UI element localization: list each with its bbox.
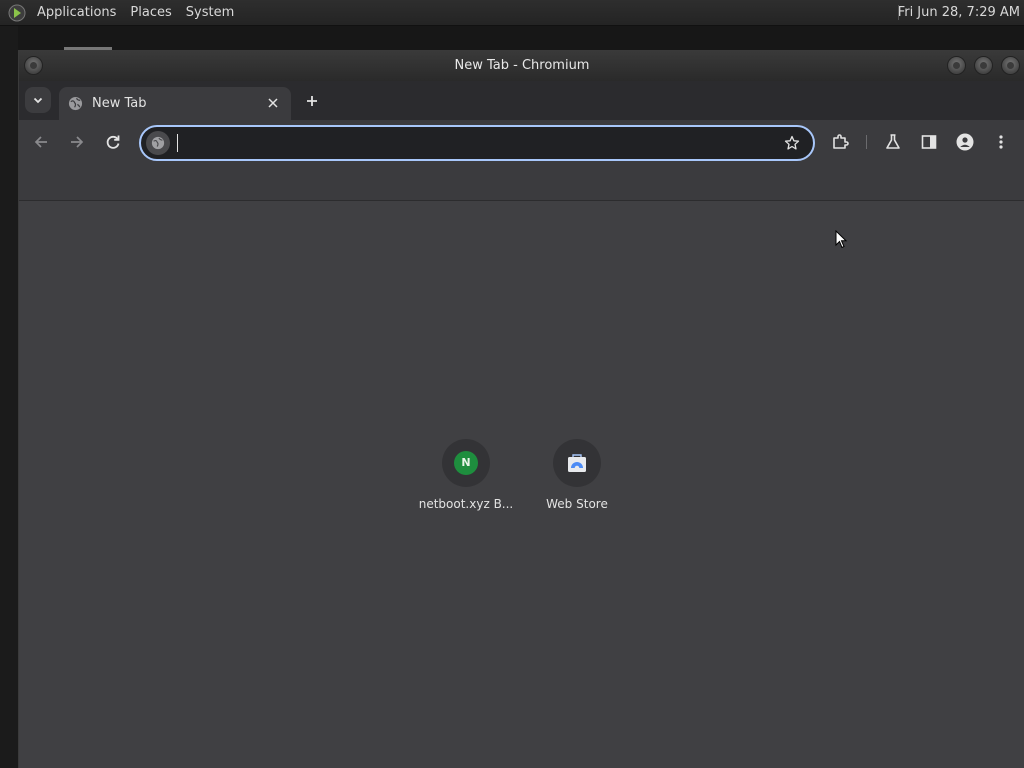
tab-strip: New Tab — [19, 81, 1024, 120]
desktop-background — [0, 26, 18, 768]
bookmarks-bar — [19, 164, 1024, 201]
close-tab-button[interactable] — [263, 93, 283, 113]
new-tab-page: N netboot.xyz B... Web Store — [19, 201, 1024, 768]
applications-menu[interactable]: Applications — [30, 0, 123, 25]
web-store-icon — [568, 454, 586, 472]
tab-new-tab[interactable]: New Tab — [59, 87, 291, 120]
system-menu[interactable]: System — [179, 0, 241, 25]
new-tab-button[interactable] — [300, 89, 324, 113]
labs-button[interactable] — [881, 130, 905, 154]
tab-search-button[interactable] — [25, 87, 51, 113]
window-titlebar[interactable]: New Tab - Chromium — [19, 50, 1024, 82]
extensions-button[interactable] — [828, 130, 852, 154]
side-panel-button[interactable] — [917, 130, 941, 154]
address-bar[interactable] — [139, 125, 815, 161]
reload-icon — [106, 135, 120, 149]
plus-icon — [307, 96, 317, 106]
toolbar — [19, 120, 1024, 164]
forward-button[interactable] — [65, 130, 89, 154]
shortcut-icon-container: N — [442, 439, 490, 487]
window-menu-button[interactable] — [24, 56, 43, 75]
star-icon — [784, 135, 800, 150]
reload-button[interactable] — [101, 130, 125, 154]
account-icon — [956, 133, 974, 151]
side-panel-icon — [921, 135, 937, 149]
more-vertical-icon — [999, 135, 1003, 149]
puzzle-icon — [833, 134, 849, 149]
shortcut-label: netboot.xyz B... — [418, 497, 514, 511]
arrow-right-icon — [71, 136, 84, 148]
minimize-button[interactable] — [947, 56, 966, 75]
flask-icon — [886, 134, 900, 149]
chevron-down-icon — [33, 97, 43, 104]
close-icon — [268, 98, 278, 108]
browser-window: New Tab - Chromium New Tab N netboot.xyz… — [18, 50, 1024, 768]
mouse-pointer-icon — [835, 230, 848, 249]
menu-button[interactable] — [989, 130, 1013, 154]
top-panel: Applications Places System Fri Jun 28, 7… — [0, 0, 1024, 26]
text-cursor — [177, 134, 178, 152]
shortcut-tile-web-store[interactable]: Web Store — [521, 434, 633, 524]
maximize-button[interactable] — [974, 56, 993, 75]
clock[interactable]: Fri Jun 28, 7:29 AM — [898, 0, 1020, 25]
toolbar-divider — [866, 135, 867, 149]
profile-button[interactable] — [953, 130, 977, 154]
letter-icon: N — [454, 451, 478, 475]
shortcut-label: Web Store — [546, 497, 608, 511]
globe-icon — [151, 136, 165, 150]
shortcut-tile-netboot[interactable]: N netboot.xyz B... — [410, 434, 522, 524]
close-window-button[interactable] — [1001, 56, 1020, 75]
site-info-button[interactable] — [146, 131, 170, 155]
globe-icon — [68, 96, 83, 111]
back-button[interactable] — [29, 130, 53, 154]
arrow-left-icon — [34, 136, 47, 148]
window-title: New Tab - Chromium — [454, 58, 590, 73]
places-menu[interactable]: Places — [123, 0, 178, 25]
shortcut-icon-container — [553, 439, 601, 487]
address-input[interactable] — [177, 129, 771, 159]
mate-logo-icon[interactable] — [8, 4, 26, 22]
tab-title: New Tab — [92, 96, 147, 111]
bookmark-star-button[interactable] — [782, 133, 802, 153]
